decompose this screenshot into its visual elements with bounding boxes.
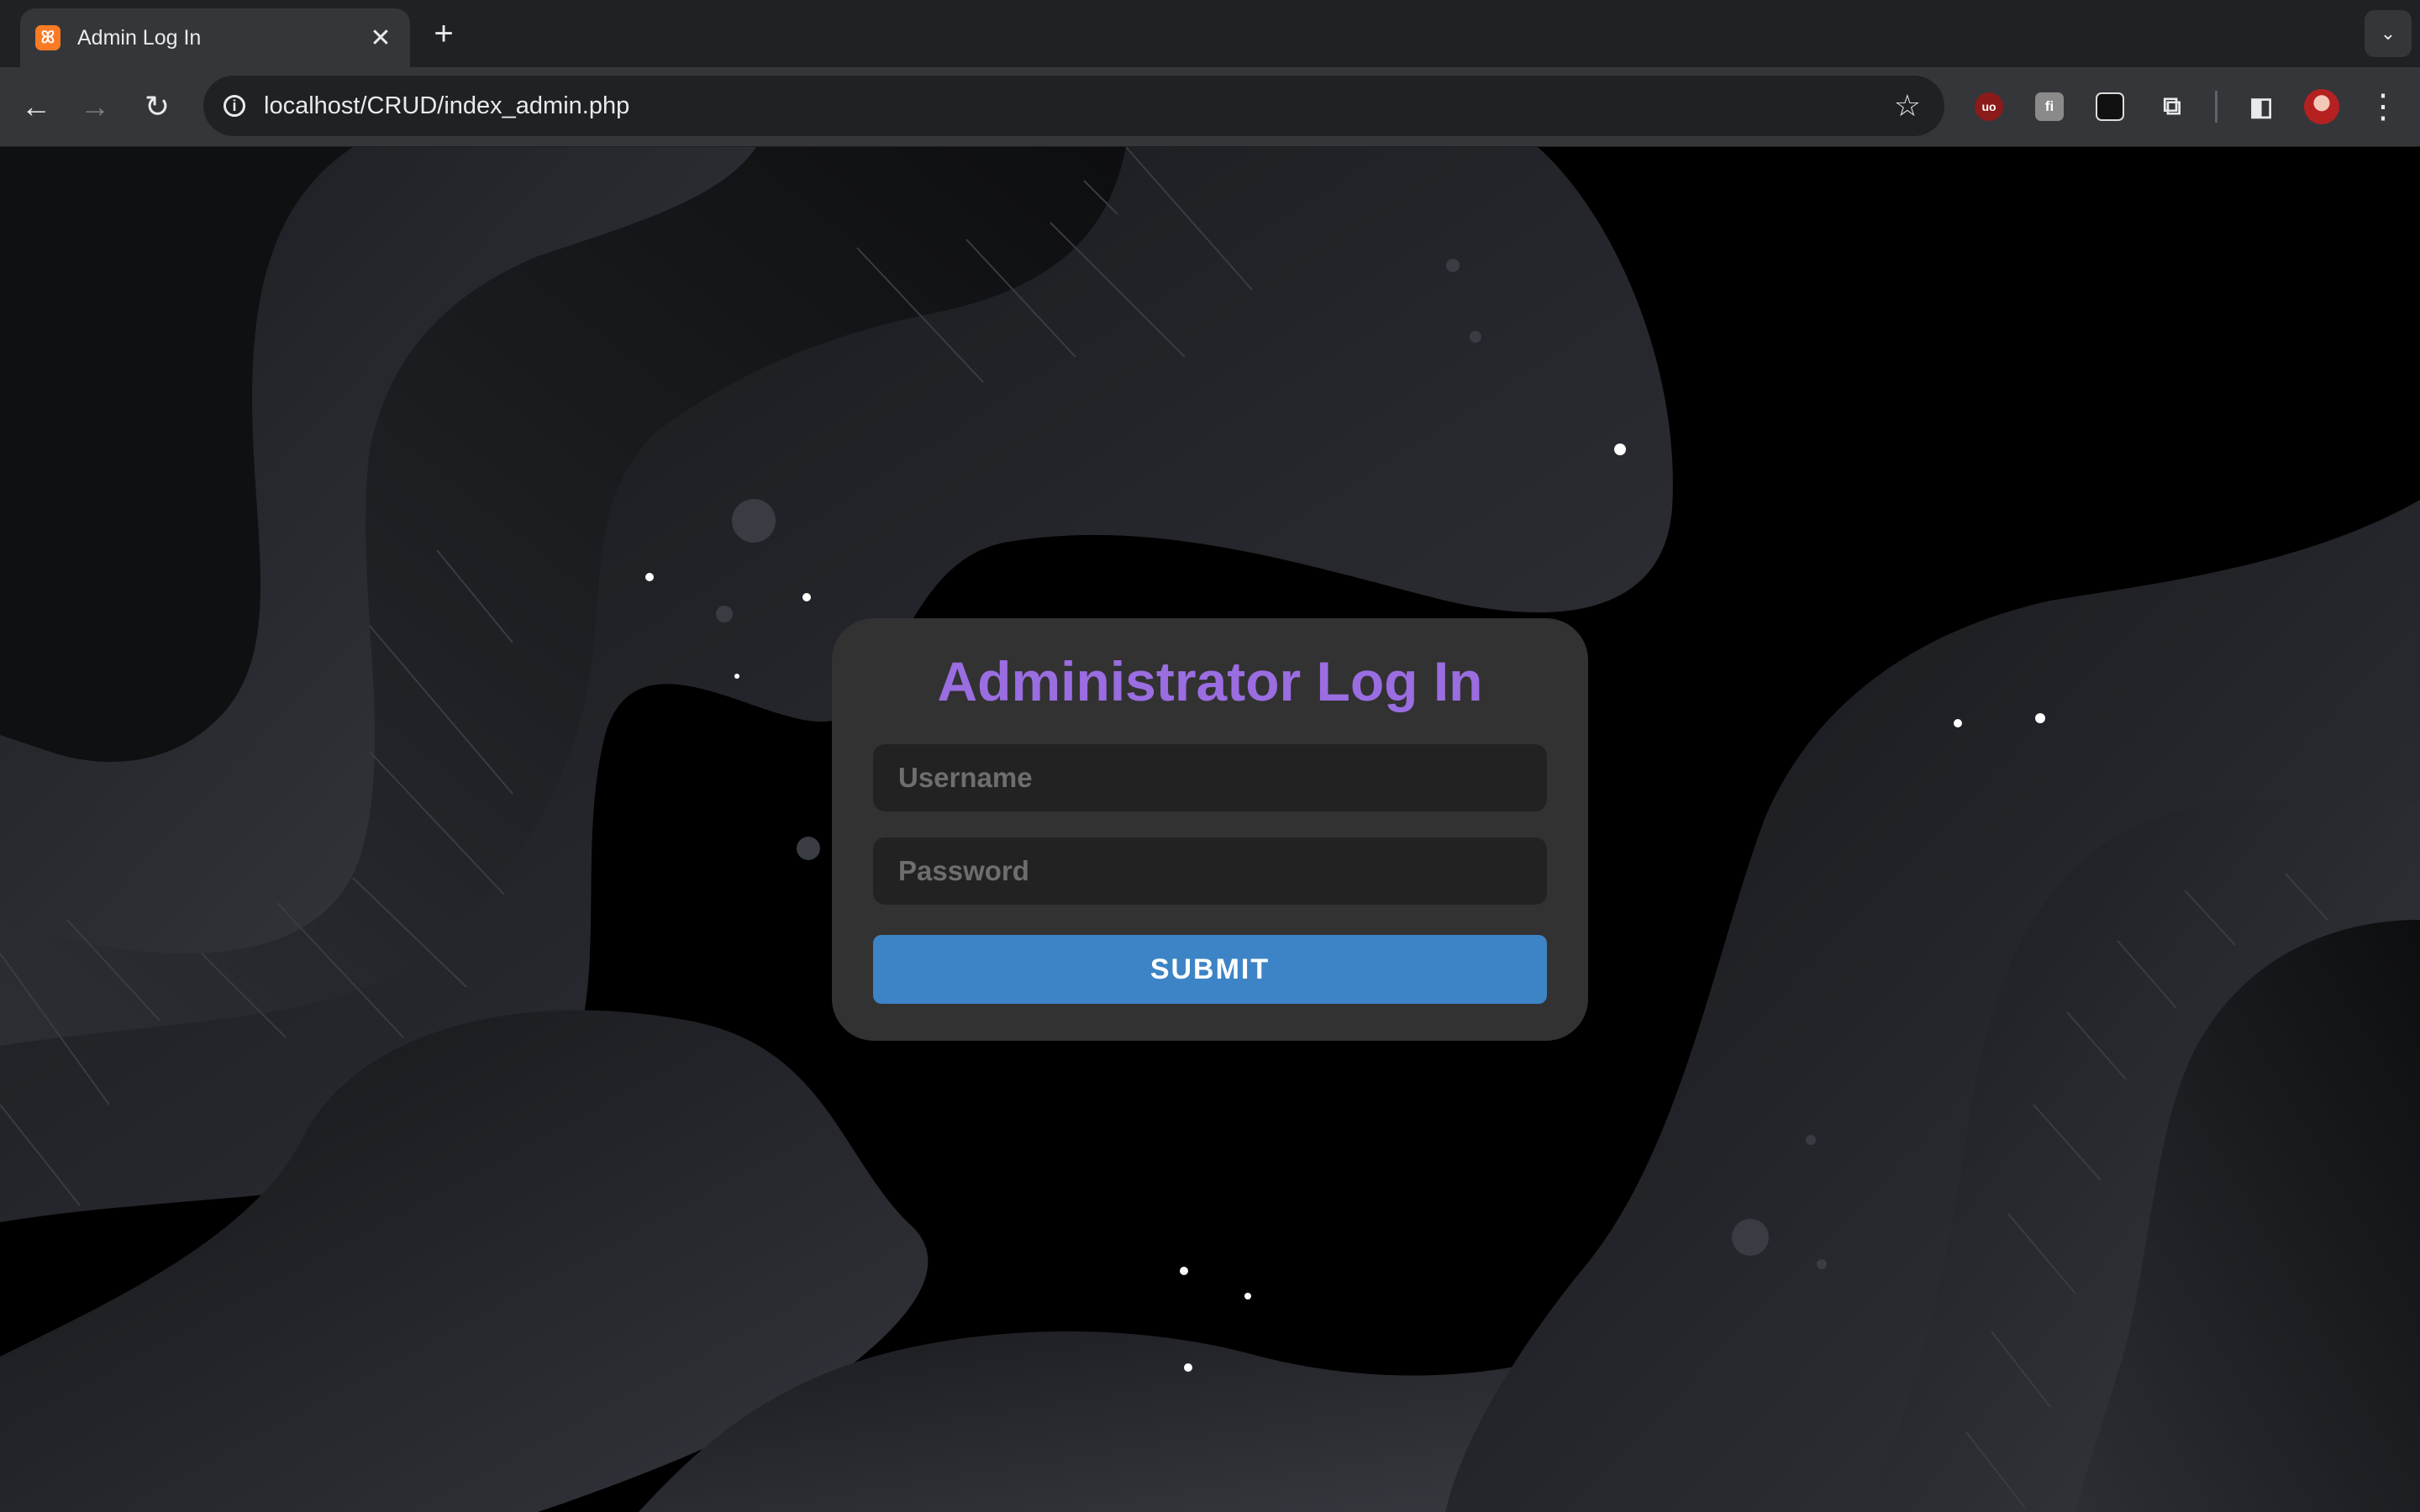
page-title: Administrator Log In	[937, 650, 1483, 712]
site-info-button[interactable]: i	[213, 85, 255, 127]
address-bar[interactable]: i localhost/CRUD/index_admin.php ☆	[203, 76, 1944, 136]
forward-button[interactable]: →	[74, 86, 116, 128]
back-button[interactable]: ←	[15, 86, 57, 128]
close-tab-button[interactable]: ✕	[366, 24, 395, 53]
tab-admin-log-in[interactable]: ꕤ Admin Log In ✕	[20, 8, 410, 67]
ublock-extension-icon[interactable]: uo	[1975, 92, 2003, 121]
chevron-down-icon: ⌄	[2380, 23, 2396, 44]
info-icon: i	[224, 95, 245, 117]
page-viewport: Administrator Log In SUBMIT	[0, 147, 2420, 1512]
reload-icon: ↻	[144, 89, 171, 123]
xampp-icon: ꕤ	[35, 25, 60, 50]
extension-icon[interactable]	[2096, 92, 2124, 121]
new-tab-button[interactable]: +	[427, 15, 460, 52]
arrow-left-icon: ←	[21, 89, 51, 123]
toolbar-divider	[2215, 91, 2217, 123]
username-input[interactable]	[873, 744, 1547, 811]
reload-button[interactable]: ↻	[136, 86, 178, 128]
menu-kebab-icon[interactable]: ⋮	[2366, 86, 2400, 128]
side-panel-icon[interactable]: ◧	[2247, 92, 2275, 121]
browser-toolbar: ← → ↻ i localhost/CRUD/index_admin.php ☆…	[0, 67, 2420, 147]
admin-login-form: Administrator Log In SUBMIT	[832, 618, 1588, 1041]
tab-strip: ꕤ Admin Log In ✕ + ⌄	[0, 0, 2420, 67]
profile-avatar[interactable]	[2304, 89, 2339, 124]
password-input[interactable]	[873, 837, 1547, 905]
extensions-puzzle-icon[interactable]: ⧉	[2158, 92, 2186, 121]
arrow-right-icon: →	[80, 89, 110, 123]
bookmark-star-icon[interactable]: ☆	[1894, 76, 1921, 136]
url-text[interactable]: localhost/CRUD/index_admin.php	[264, 76, 629, 136]
extension-icon[interactable]: fi	[2035, 92, 2064, 121]
submit-button[interactable]: SUBMIT	[873, 935, 1547, 1004]
tab-search-button[interactable]: ⌄	[2365, 10, 2412, 57]
tab-title: Admin Log In	[77, 25, 202, 50]
